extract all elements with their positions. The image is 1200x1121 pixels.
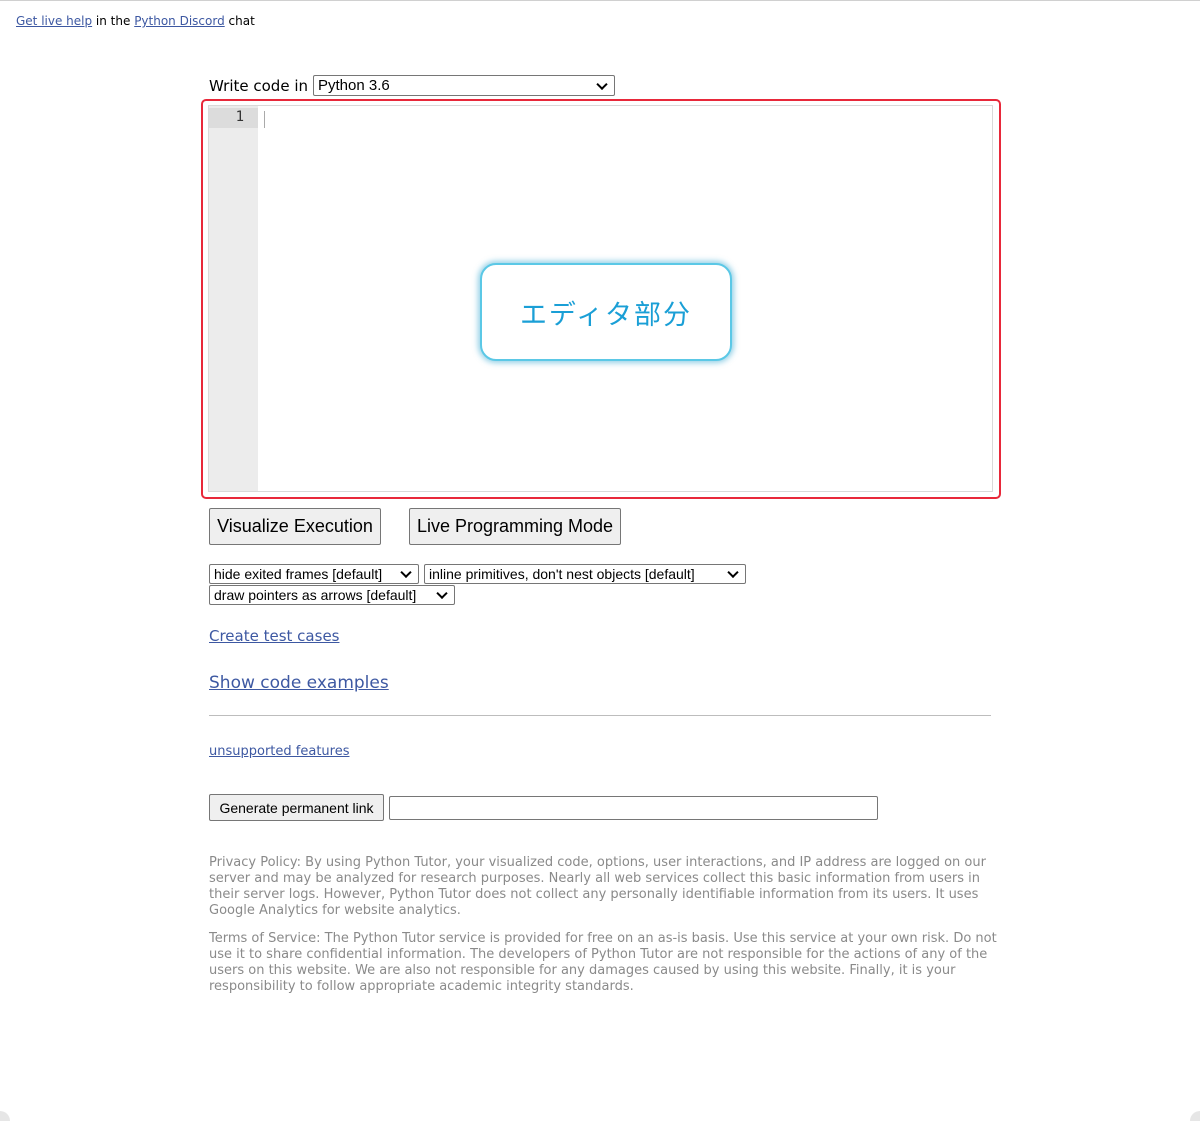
live-help-text-1: in the — [92, 14, 135, 28]
primitives-option-value: inline primitives, don't nest objects [d… — [429, 566, 695, 582]
live-help-text-2: chat — [224, 14, 255, 28]
language-select[interactable]: Python 3.6 — [313, 75, 615, 96]
active-line-marker — [209, 108, 258, 128]
unsupported-features-link[interactable]: unsupported features — [209, 744, 349, 759]
frames-option-value: hide exited frames [default] — [214, 566, 383, 582]
pointers-option-select[interactable]: draw pointers as arrows [default] — [209, 585, 455, 605]
language-row: Write code in Python 3.6 — [209, 75, 615, 96]
line-number: 1 — [235, 109, 244, 125]
editor-section-callout: エディタ部分 — [480, 263, 732, 361]
section-divider — [209, 715, 991, 716]
get-live-help-link[interactable]: Get live help — [16, 14, 92, 28]
visualize-execution-button[interactable]: Visualize Execution — [209, 508, 381, 545]
permalink-field[interactable] — [389, 796, 878, 820]
window-corner-left — [0, 1111, 10, 1121]
live-programming-mode-button[interactable]: Live Programming Mode — [409, 508, 621, 545]
create-test-cases-link[interactable]: Create test cases — [209, 627, 339, 645]
python-discord-link[interactable]: Python Discord — [134, 14, 225, 28]
primitives-option-select[interactable]: inline primitives, don't nest objects [d… — [424, 564, 746, 584]
pointers-option-value: draw pointers as arrows [default] — [214, 587, 417, 603]
language-select-value: Python 3.6 — [318, 77, 390, 94]
show-code-examples-link[interactable]: Show code examples — [209, 673, 389, 693]
window-corner-right — [1190, 1111, 1200, 1121]
chevron-down-icon — [727, 566, 739, 579]
write-code-label: Write code in — [209, 76, 308, 95]
generate-permalink-button[interactable]: Generate permanent link — [209, 794, 384, 821]
privacy-policy-text: Privacy Policy: By using Python Tutor, y… — [209, 855, 986, 918]
frames-option-select[interactable]: hide exited frames [default] — [209, 564, 419, 584]
editor-gutter: 1 — [209, 106, 258, 491]
terms-of-service-text: Terms of Service: The Python Tutor servi… — [209, 931, 997, 994]
chevron-down-icon — [436, 587, 448, 600]
chevron-down-icon — [596, 78, 608, 90]
chevron-down-icon — [400, 566, 412, 579]
live-help-line: Get live help in the Python Discord chat — [16, 14, 255, 28]
